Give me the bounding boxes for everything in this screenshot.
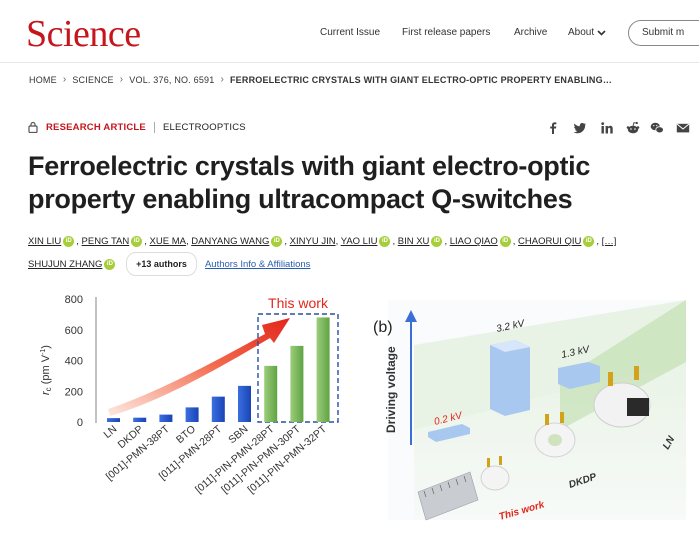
ln-crystal-core <box>627 398 649 416</box>
affiliations-link[interactable]: Authors Info & Affiliations <box>205 259 310 270</box>
x-tick-labels: LNDKDP[001]-PMN-38PT BTO[011]-PMN-28PT SBN… <box>101 423 329 496</box>
breadcrumb: HOME › SCIENCE › VOL. 376, NO. 6591 › FE… <box>29 74 612 85</box>
bar-011-pin-pmn-28pt <box>264 365 278 422</box>
bar-sbn <box>238 385 251 422</box>
facebook-icon[interactable] <box>546 121 560 135</box>
ln-electrode <box>608 372 613 386</box>
pin-pmn-pt-electrode <box>499 456 502 465</box>
email-icon[interactable] <box>676 121 690 135</box>
breadcrumb-volume[interactable]: VOL. 376, NO. 6591 <box>129 75 214 85</box>
ln-electrode <box>634 366 639 380</box>
bar-chart: 0 200 400 600 800 rc (pm V-1) This work LNDK… <box>40 294 339 496</box>
article-type-label[interactable]: RESEARCH ARTICLE <box>46 122 146 133</box>
article-title: Ferroelectric crystals with giant electr… <box>28 151 591 214</box>
chevron-right-icon: › <box>62 74 67 85</box>
chevron-right-icon: › <box>119 74 124 85</box>
wechat-icon[interactable] <box>650 121 664 135</box>
submit-manuscript-button[interactable]: Submit m <box>628 20 699 46</box>
article-type-row: RESEARCH ARTICLE ELECTROOPTICS <box>28 121 246 133</box>
bars <box>107 317 330 422</box>
y-tick-label: 800 <box>65 294 83 306</box>
bar-011-pin-pmn-32pt <box>316 317 330 422</box>
nav-about[interactable]: About <box>568 27 606 38</box>
breadcrumb-home[interactable]: HOME <box>29 75 57 85</box>
orcid-icon[interactable]: iD <box>499 235 511 247</box>
orcid-icon[interactable]: iD <box>431 235 443 247</box>
bar-011-pmn-28pt <box>211 396 225 422</box>
nav-archive[interactable]: Archive <box>514 27 547 38</box>
author-link[interactable]: DANYANG WANG <box>191 236 269 247</box>
orcid-icon[interactable]: iD <box>63 235 75 247</box>
author-link[interactable]: XINYU JIN <box>290 236 336 247</box>
y-axis-label: rc (pm V-1) <box>40 345 53 395</box>
linkedin-icon[interactable] <box>600 121 614 135</box>
author-link[interactable]: LIAO QIAO <box>450 236 498 247</box>
nav-first-release[interactable]: First release papers <box>402 27 490 38</box>
orcid-icon[interactable]: iD <box>104 258 116 270</box>
orcid-icon[interactable]: iD <box>131 235 143 247</box>
bar-ln <box>107 418 120 422</box>
nav-about-label: About <box>568 27 595 38</box>
science-logo[interactable]: Science <box>26 14 141 54</box>
author-list: XIN LIU iD, PENG TAN iD, XUE MA, DANYANG W… <box>28 232 688 276</box>
author-link[interactable]: PENG TAN <box>82 236 130 247</box>
more-authors-button[interactable]: +13 authors <box>126 252 197 276</box>
dkdp-crystal-core <box>548 434 562 446</box>
trend-arrow <box>108 318 290 416</box>
dkdp-electrode <box>545 414 549 425</box>
expand-authors-link[interactable]: […] <box>602 236 617 247</box>
author-link[interactable]: SHUJUN ZHANG <box>28 259 102 270</box>
author-link[interactable]: XIN LIU <box>28 236 61 247</box>
orcid-icon[interactable]: iD <box>271 235 283 247</box>
y-tick-label: 200 <box>65 386 83 398</box>
author-link[interactable]: YAO LIU <box>341 236 378 247</box>
nav-current-issue[interactable]: Current Issue <box>320 27 380 38</box>
reddit-icon[interactable] <box>626 121 640 135</box>
voltage-block-3-2kv <box>490 340 530 416</box>
lock-icon <box>28 121 38 133</box>
author-link[interactable]: BIN XU <box>398 236 430 247</box>
bar-bto <box>185 407 199 422</box>
y-axis: 0 200 400 600 800 <box>65 294 97 429</box>
top-navigation-bar: Science Current Issue First release pape… <box>0 0 699 63</box>
orcid-icon[interactable]: iD <box>583 235 595 247</box>
dkdp-electrode <box>560 412 564 423</box>
article-section-label[interactable]: ELECTROOPTICS <box>163 122 246 133</box>
q-switch-schematic: Driving voltage (b) 3.2 kV 1.3 kV 0.2 kV… <box>373 300 686 523</box>
y-tick-label: 0 <box>77 417 83 429</box>
chevron-down-icon <box>597 29 606 36</box>
breadcrumb-science[interactable]: SCIENCE <box>72 75 113 85</box>
x-tick-label: LN <box>101 423 119 441</box>
panel-b-label: (b) <box>373 319 393 336</box>
article-figure: 0 200 400 600 800 rc (pm V-1) This work LNDK… <box>40 294 686 523</box>
breadcrumb-article: FERROELECTRIC CRYSTALS WITH GIANT ELECTR… <box>229 74 613 85</box>
pin-pmn-pt-crystal <box>480 465 510 491</box>
bar-dkdp <box>133 417 147 422</box>
twitter-icon[interactable] <box>573 121 587 135</box>
driving-voltage-label: Driving voltage <box>384 346 398 433</box>
author-link[interactable]: XUE MA <box>150 236 186 247</box>
bar-011-pin-pmn-30pt <box>290 345 304 422</box>
pin-pmn-pt-electrode <box>487 458 490 467</box>
y-tick-label: 400 <box>65 356 83 368</box>
y-tick-label: 600 <box>65 325 83 337</box>
chevron-right-icon: › <box>220 74 224 85</box>
bar-001-pmn-38pt <box>159 414 173 422</box>
orcid-icon[interactable]: iD <box>379 235 391 247</box>
this-work-annotation: This work <box>268 295 329 311</box>
divider <box>153 121 155 133</box>
author-link[interactable]: CHAORUI QIU <box>518 236 581 247</box>
